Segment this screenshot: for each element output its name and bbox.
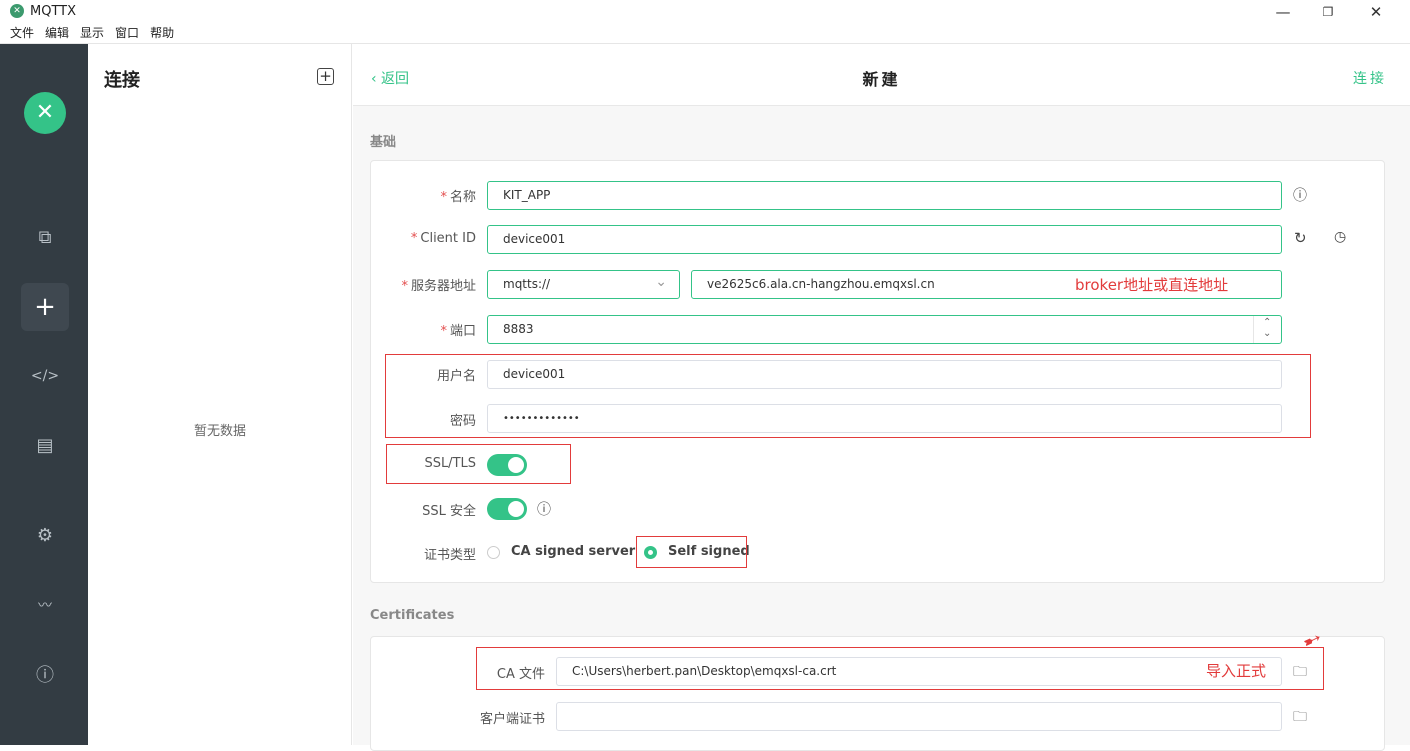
import-annotation: 导入正式 (1206, 662, 1267, 680)
client-id-input[interactable]: device001 (487, 225, 1282, 254)
stepper-down-icon[interactable]: ⌄ (1263, 320, 1271, 347)
cert-type-label: 证书类型 (423, 548, 476, 563)
broker-annotation: broker地址或直连地址 (1075, 276, 1229, 294)
client-id-label-text: Client ID (420, 231, 476, 246)
settings-icon[interactable]: ⚙ (21, 512, 69, 560)
menu-bar: 文件 编辑 显示 窗口 帮助 (0, 22, 1410, 44)
port-label: * 端口 (440, 324, 476, 339)
connections-title: 连接 (104, 70, 140, 91)
empty-state-text: 暂无数据 (193, 424, 246, 439)
chevron-down-icon: ⌄ (655, 274, 667, 290)
protocol-select[interactable]: mqtts:// ⌄ (487, 270, 680, 299)
connections-icon[interactable]: ⧉ (21, 214, 69, 262)
page-title: 新建 (862, 70, 901, 89)
refresh-icon[interactable]: ↻ (1294, 229, 1307, 247)
restore-button[interactable]: ❐ (1313, 2, 1343, 22)
feed-icon[interactable]: 〰 (21, 582, 69, 630)
name-input[interactable]: KIT_APP (487, 181, 1282, 210)
ssl-secure-toggle[interactable] (487, 498, 527, 520)
radio-ca-signed[interactable] (487, 546, 500, 559)
host-label: * 服务器地址 (401, 279, 476, 294)
port-stepper[interactable]: ⌃ ⌄ (1253, 316, 1281, 343)
clock-icon[interactable]: ◷ (1334, 229, 1346, 245)
mqttx-logo-icon: ✕ (24, 92, 66, 134)
info-icon[interactable]: ⓘ (1293, 185, 1307, 205)
add-connection-button[interactable]: + (317, 68, 334, 85)
menu-file[interactable]: 文件 (10, 24, 34, 41)
port-label-text: 端口 (449, 324, 476, 339)
page-header: ‹ 返回 新建 连接 (353, 44, 1410, 106)
credentials-annotation-box (385, 354, 1311, 438)
info-icon[interactable]: ⓘ (537, 499, 551, 519)
client-cert-input[interactable] (556, 702, 1282, 731)
connections-panel: 连接 + 暂无数据 (88, 44, 352, 745)
port-input[interactable]: 8883 ⌃ ⌄ (487, 315, 1282, 344)
about-icon[interactable]: ⓘ (21, 652, 69, 700)
minimize-button[interactable]: — (1268, 2, 1298, 22)
client-id-label: * Client ID (410, 231, 476, 246)
menu-edit[interactable]: 编辑 (45, 24, 69, 41)
ssl-annotation-box (386, 444, 571, 484)
log-icon[interactable]: ▤ (21, 422, 69, 470)
new-connection-icon[interactable]: + (21, 283, 69, 331)
menu-help[interactable]: 帮助 (150, 24, 174, 41)
ca-file-annotation-box (476, 647, 1324, 690)
close-button[interactable]: ✕ (1361, 2, 1391, 22)
self-signed-annotation-box (636, 536, 747, 568)
menu-window[interactable]: 窗口 (115, 24, 139, 41)
ca-signed-label[interactable]: CA signed server (511, 544, 635, 559)
protocol-value: mqtts:// (503, 277, 551, 291)
main-area: ‹ 返回 新建 连接 基础 * 名称 KIT_APP ⓘ * Client ID d… (353, 44, 1410, 751)
ssl-secure-label: SSL 安全 (422, 504, 476, 519)
title-bar: ✕ MQTTX — ❐ ✕ (0, 0, 1410, 22)
window-title: MQTTX (30, 4, 77, 19)
port-value: 8883 (503, 322, 534, 336)
section-certificates-label: Certificates (370, 608, 455, 623)
app-logo-icon: ✕ (10, 4, 24, 18)
script-icon[interactable]: </> (21, 352, 69, 400)
folder-icon[interactable]: 🗀 (1293, 706, 1307, 730)
name-label: * 名称 (440, 190, 476, 205)
host-label-text: 服务器地址 (410, 279, 476, 294)
section-basic-label: 基础 (370, 135, 397, 150)
menu-view[interactable]: 显示 (80, 24, 104, 41)
connect-button[interactable]: 连接 (1353, 68, 1387, 88)
left-nav: ✕ ⧉ + </> ▤ ⚙ 〰 ⓘ (0, 44, 88, 745)
client-cert-label: 客户端证书 (479, 712, 545, 727)
name-label-text: 名称 (449, 190, 476, 205)
